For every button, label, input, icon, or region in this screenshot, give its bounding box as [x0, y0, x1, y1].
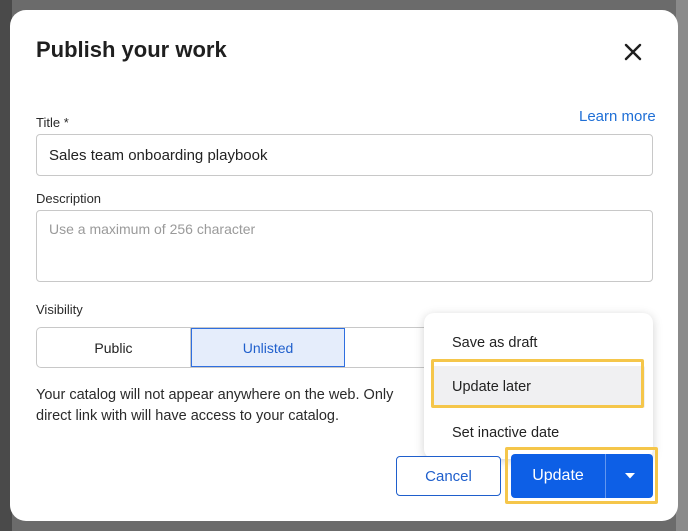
update-split-button: Update [511, 454, 653, 498]
title-label: Title * [36, 115, 69, 130]
publish-dialog: Publish your work Learn more Title * Sal… [10, 10, 678, 521]
close-button[interactable] [622, 41, 644, 63]
description-placeholder: Use a maximum of 256 character [49, 221, 256, 237]
close-icon [624, 43, 642, 61]
visibility-option-public[interactable]: Public [37, 328, 191, 367]
menu-item-save-as-draft[interactable]: Save as draft [432, 322, 645, 364]
visibility-info-text: Your catalog will not appear anywhere on… [36, 385, 436, 427]
dialog-title: Publish your work [36, 37, 227, 62]
visibility-label: Visibility [36, 302, 83, 317]
cancel-button[interactable]: Cancel [396, 456, 501, 496]
learn-more-link[interactable]: Learn more [579, 108, 656, 125]
title-input-value: Sales team onboarding playbook [49, 146, 268, 164]
update-options-menu: Save as draft Update later Set inactive … [424, 313, 653, 459]
title-input[interactable]: Sales team onboarding playbook [36, 134, 653, 176]
info-line-2: direct link with will have access to you… [36, 408, 340, 424]
info-line-1: Your catalog will not appear anywhere on… [36, 387, 394, 403]
caret-down-icon [624, 473, 635, 479]
menu-item-update-later[interactable]: Update later [432, 366, 645, 408]
update-options-toggle[interactable] [606, 454, 653, 498]
description-label: Description [36, 191, 102, 206]
description-textarea[interactable]: Use a maximum of 256 character [36, 210, 653, 282]
visibility-option-unlisted[interactable]: Unlisted [191, 328, 345, 367]
update-button[interactable]: Update [511, 454, 606, 498]
